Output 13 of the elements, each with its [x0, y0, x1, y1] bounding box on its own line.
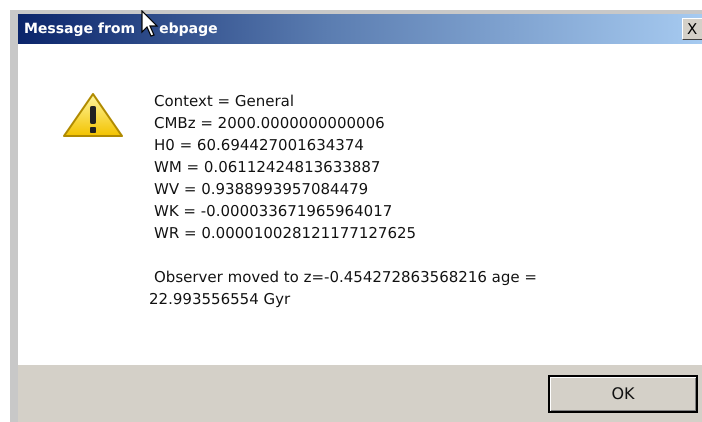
message-line: WR = 0.000010028121177127625 [153, 223, 418, 244]
message-line: CMBz = 2000.0000000000006 [153, 113, 386, 134]
message-line: H0 = 60.694427001634374 [153, 135, 365, 156]
message-text: Observer moved to z=-0.454272863568216 age = 22.993556554 Gyr [149, 267, 538, 310]
warning-icon [62, 92, 124, 138]
ok-button[interactable]: OK [548, 374, 698, 412]
message-line: Context = General [153, 91, 295, 112]
window-title: ebpage [159, 21, 218, 37]
message-line: WK = -0.000033671965964017 [153, 201, 394, 222]
message-line: WM = 0.06112424813633887 [153, 157, 382, 178]
message-line: WV = 0.9388993957084479 [153, 179, 370, 200]
window-title: Message from [23, 21, 136, 37]
close-button[interactable]: X [682, 18, 702, 40]
